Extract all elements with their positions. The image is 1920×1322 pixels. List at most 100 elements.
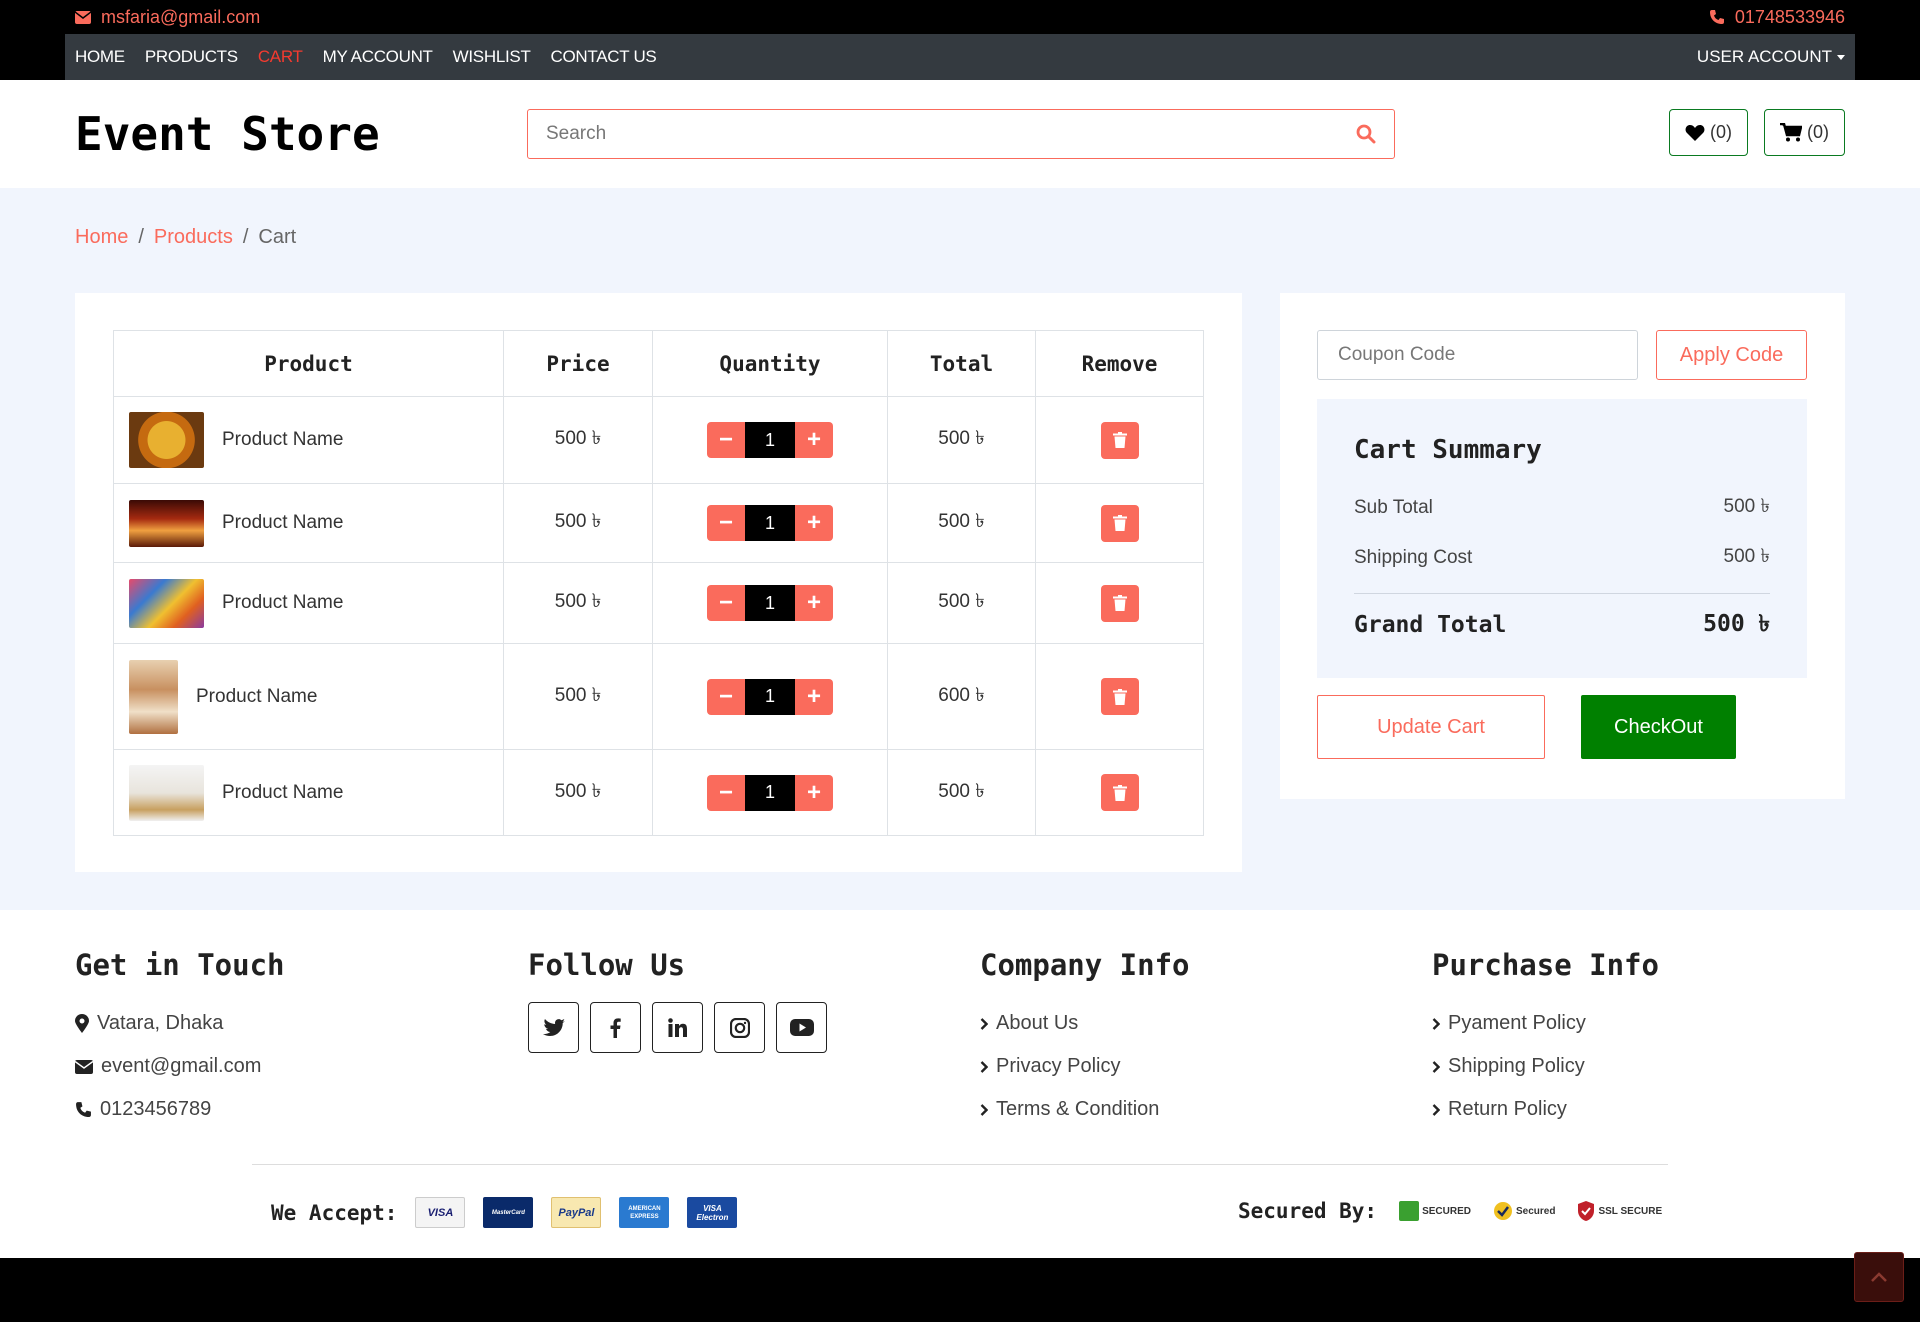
product-name[interactable]: Product Name xyxy=(222,782,343,804)
top-contact-bar: msfaria@gmail.com 01748533946 xyxy=(0,0,1920,34)
plus-button[interactable]: + xyxy=(795,678,833,715)
update-cart-button[interactable]: Update Cart xyxy=(1317,695,1545,759)
wishlist-button[interactable]: (0) xyxy=(1669,109,1748,156)
footer-address-text: Vatara, Dhaka xyxy=(97,1012,224,1034)
top-phone[interactable]: 01748533946 xyxy=(1709,7,1845,28)
caret-down-icon xyxy=(1837,54,1845,60)
footer-link-return-policy[interactable]: Return Policy xyxy=(1432,1088,1659,1131)
youtube-button[interactable] xyxy=(776,1002,827,1053)
quantity-stepper: −1 + xyxy=(707,422,833,458)
nav-my-account[interactable]: MY ACCOUNT xyxy=(323,47,433,67)
quantity-stepper: −1 + xyxy=(707,774,833,811)
paypal-secured-badge: Secured xyxy=(1493,1197,1555,1225)
coupon-input[interactable]: Coupon Code xyxy=(1317,330,1638,380)
grand-total-row: Grand Total 500 ৳ xyxy=(1354,593,1770,655)
product-total: 500 ৳ xyxy=(887,562,1036,644)
product-image[interactable] xyxy=(129,499,204,547)
remove-button[interactable] xyxy=(1100,584,1139,622)
minus-button[interactable]: − xyxy=(707,774,745,811)
footer-link-text: Terms & Condition xyxy=(996,1098,1160,1120)
remove-button[interactable] xyxy=(1100,678,1139,715)
envelope-icon xyxy=(75,1059,93,1074)
quantity-value[interactable]: 1 xyxy=(745,505,795,541)
scroll-to-top-button[interactable] xyxy=(1854,1252,1904,1302)
linkedin-button[interactable] xyxy=(652,1002,703,1053)
map-marker-icon xyxy=(75,1014,89,1033)
footer-heading: Company Info xyxy=(980,948,1190,982)
footer-get-in-touch: Get in Touch Vatara, Dhaka event@gmail.c… xyxy=(75,948,285,1131)
nav-cart[interactable]: CART xyxy=(258,47,303,67)
remove-button[interactable] xyxy=(1100,774,1139,811)
remove-button[interactable] xyxy=(1100,421,1139,459)
mastercard-logo: MasterCard xyxy=(483,1197,534,1228)
product-name[interactable]: Product Name xyxy=(222,429,343,451)
site-logo[interactable]: Event Store xyxy=(75,107,527,161)
footer-heading: Get in Touch xyxy=(75,948,285,982)
remove-button[interactable] xyxy=(1100,504,1139,542)
product-image[interactable] xyxy=(129,764,204,821)
subtotal-row: Sub Total 500 ৳ xyxy=(1354,483,1770,533)
footer-link-text: Return Policy xyxy=(1448,1098,1567,1120)
footer-link-shipping-policy[interactable]: Shipping Policy xyxy=(1432,1045,1659,1088)
breadcrumb: Home / Products / Cart xyxy=(75,226,296,249)
nav-products[interactable]: PRODUCTS xyxy=(145,47,238,67)
breadcrumb-home[interactable]: Home xyxy=(75,226,128,249)
table-row: Product Name 500 ৳ −1 + 500 ৳ xyxy=(113,749,1204,836)
column-header-quantity: Quantity xyxy=(652,330,888,397)
footer-link-terms[interactable]: Terms & Condition xyxy=(980,1088,1190,1131)
twitter-button[interactable] xyxy=(528,1002,579,1053)
footer-email[interactable]: event@gmail.com xyxy=(75,1045,285,1088)
user-account-dropdown[interactable]: USER ACCOUNT xyxy=(1697,47,1845,67)
plus-button[interactable]: + xyxy=(795,585,833,621)
nav-wishlist[interactable]: WISHLIST xyxy=(453,47,531,67)
payment-methods: We Accept: VISA MasterCard PayPal AMERIC… xyxy=(271,1197,738,1228)
quantity-value[interactable]: 1 xyxy=(745,585,795,621)
footer-link-privacy-policy[interactable]: Privacy Policy xyxy=(980,1045,1190,1088)
plus-button[interactable]: + xyxy=(795,422,833,458)
chevron-right-icon xyxy=(1432,1017,1440,1030)
checkout-button[interactable]: CheckOut xyxy=(1581,695,1736,759)
shield-icon xyxy=(1578,1201,1595,1221)
product-image[interactable] xyxy=(129,412,204,468)
breadcrumb-separator: / xyxy=(242,226,249,248)
trash-icon xyxy=(1112,515,1127,531)
footer-link-text: About Us xyxy=(996,1012,1079,1034)
breadcrumb-products[interactable]: Products xyxy=(154,226,233,249)
phone-icon xyxy=(76,1102,91,1117)
cart-button[interactable]: (0) xyxy=(1764,109,1845,156)
footer-link-payment-policy[interactable]: Pyament Policy xyxy=(1432,1002,1659,1045)
footer-phone[interactable]: 0123456789 xyxy=(75,1088,285,1131)
breadcrumb-separator: / xyxy=(138,226,144,248)
facebook-button[interactable] xyxy=(590,1002,641,1053)
product-name[interactable]: Product Name xyxy=(196,686,317,708)
product-name[interactable]: Product Name xyxy=(222,592,343,614)
plus-button[interactable]: + xyxy=(795,505,833,541)
minus-button[interactable]: − xyxy=(707,678,745,715)
minus-button[interactable]: − xyxy=(707,422,745,458)
nav-contact-us[interactable]: CONTACT US xyxy=(551,47,657,67)
chevron-right-icon xyxy=(980,1017,988,1030)
product-total: 500 ৳ xyxy=(887,483,1036,563)
search-box xyxy=(527,109,1395,159)
checkmark-icon xyxy=(1493,1202,1512,1220)
ssl-secure-badge: SSL SECURE xyxy=(1577,1197,1662,1225)
footer-link-about-us[interactable]: About Us xyxy=(980,1002,1190,1045)
product-image[interactable] xyxy=(129,578,204,628)
site-footer: Get in Touch Vatara, Dhaka event@gmail.c… xyxy=(0,910,1920,1258)
quantity-value[interactable]: 1 xyxy=(745,774,795,811)
minus-button[interactable]: − xyxy=(707,505,745,541)
footer-heading: Purchase Info xyxy=(1432,948,1659,982)
product-image[interactable] xyxy=(129,659,178,734)
search-icon[interactable] xyxy=(1356,124,1376,144)
minus-button[interactable]: − xyxy=(707,585,745,621)
instagram-button[interactable] xyxy=(714,1002,765,1053)
product-name[interactable]: Product Name xyxy=(222,512,343,534)
quantity-value[interactable]: 1 xyxy=(745,678,795,715)
apply-code-button[interactable]: Apply Code xyxy=(1656,330,1807,380)
search-input[interactable] xyxy=(546,123,1356,145)
plus-button[interactable]: + xyxy=(795,774,833,811)
nav-home[interactable]: HOME xyxy=(75,47,125,67)
quantity-value[interactable]: 1 xyxy=(745,422,795,458)
top-email[interactable]: msfaria@gmail.com xyxy=(75,7,260,28)
shipping-value: 500 ৳ xyxy=(1723,546,1770,567)
